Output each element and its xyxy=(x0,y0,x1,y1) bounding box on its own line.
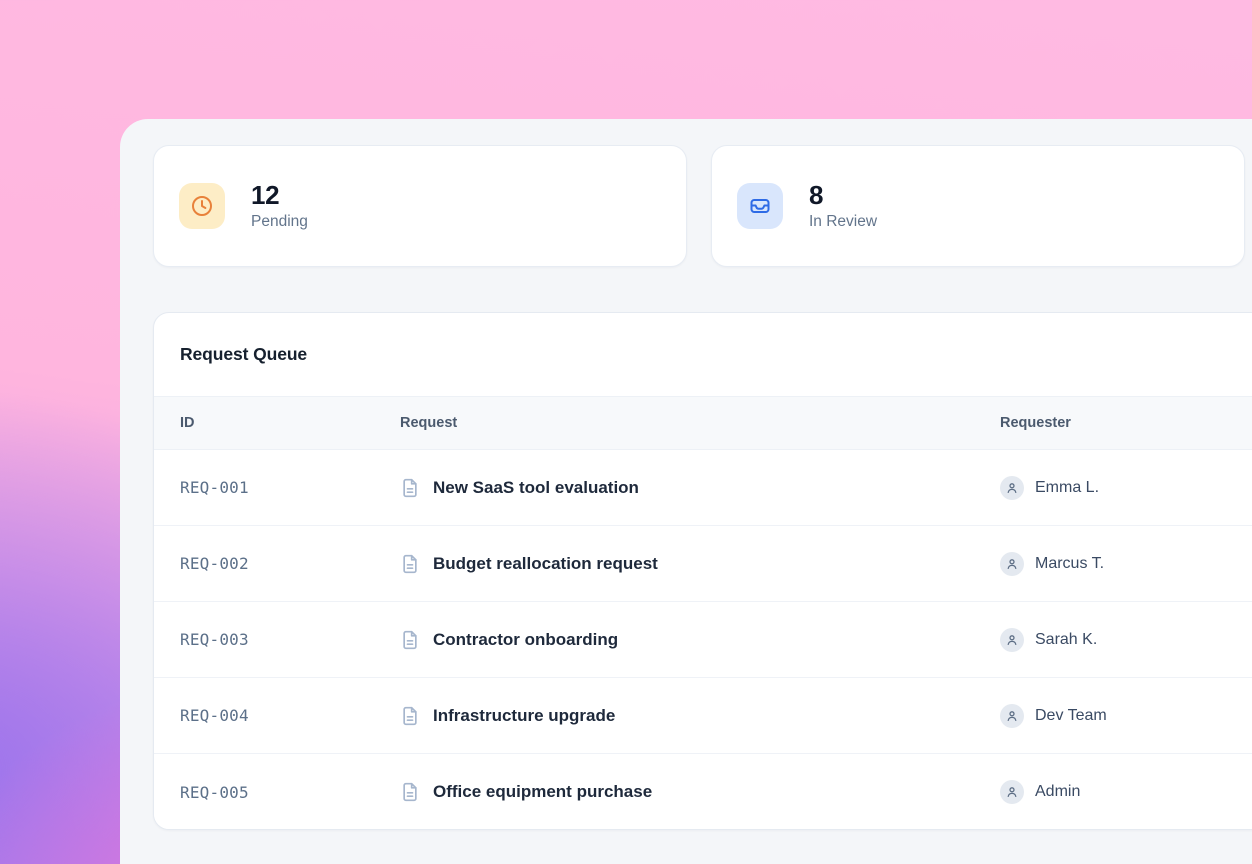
request-id: REQ-003 xyxy=(180,630,400,649)
request-id: REQ-002 xyxy=(180,554,400,573)
in-review-label: In Review xyxy=(809,213,877,231)
in-review-count: 8 xyxy=(809,181,877,211)
table-title-row: Request Queue xyxy=(154,313,1252,396)
person-icon xyxy=(1005,709,1019,723)
avatar xyxy=(1000,704,1024,728)
person-icon xyxy=(1005,481,1019,495)
clock-icon xyxy=(179,183,225,229)
column-header-id: ID xyxy=(180,415,400,431)
page-title: Request Queue xyxy=(180,344,307,365)
avatar xyxy=(1000,552,1024,576)
request-title: Infrastructure upgrade xyxy=(433,706,615,726)
request-id: REQ-005 xyxy=(180,783,400,802)
column-header-request: Request xyxy=(400,415,1000,431)
avatar xyxy=(1000,780,1024,804)
requester-name: Emma L. xyxy=(1035,479,1099,497)
requester-name: Sarah K. xyxy=(1035,631,1097,649)
stat-card-pending[interactable]: 12 Pending xyxy=(153,145,687,267)
table-row-req-005[interactable]: REQ-005 Office equipment purchase Admin xyxy=(154,754,1252,830)
file-text-icon xyxy=(400,630,420,650)
person-icon xyxy=(1005,633,1019,647)
pending-count: 12 xyxy=(251,181,308,211)
inbox-icon xyxy=(737,183,783,229)
stat-text-pending: 12 Pending xyxy=(251,181,308,232)
requester-name: Admin xyxy=(1035,783,1080,801)
table-row-req-001[interactable]: REQ-001 New SaaS tool evaluation Emma L. xyxy=(154,450,1252,526)
file-text-icon xyxy=(400,706,420,726)
file-text-icon xyxy=(400,554,420,574)
table-header-row: ID Request Requester xyxy=(154,396,1252,450)
requester-name: Marcus T. xyxy=(1035,555,1104,573)
stat-card-in-review[interactable]: 8 In Review xyxy=(711,145,1245,267)
request-queue-panel: Request Queue ID Request Requester REQ-0… xyxy=(153,312,1252,830)
column-header-requester: Requester xyxy=(1000,415,1252,431)
table-row-req-003[interactable]: REQ-003 Contractor onboarding Sarah K. xyxy=(154,602,1252,678)
person-icon xyxy=(1005,557,1019,571)
table-row-req-002[interactable]: REQ-002 Budget reallocation request Marc… xyxy=(154,526,1252,602)
request-title: Contractor onboarding xyxy=(433,630,618,650)
pending-label: Pending xyxy=(251,213,308,231)
request-title: Office equipment purchase xyxy=(433,782,652,802)
stat-text-in-review: 8 In Review xyxy=(809,181,877,232)
person-icon xyxy=(1005,785,1019,799)
request-id: REQ-004 xyxy=(180,706,400,725)
request-title: Budget reallocation request xyxy=(433,554,658,574)
dashboard-panel: 12 Pending 8 In Review Request Queue ID … xyxy=(120,119,1252,864)
requester-name: Dev Team xyxy=(1035,707,1107,725)
avatar xyxy=(1000,628,1024,652)
file-text-icon xyxy=(400,782,420,802)
request-id: REQ-001 xyxy=(180,478,400,497)
stats-row: 12 Pending 8 In Review xyxy=(153,145,1252,267)
table-row-req-004[interactable]: REQ-004 Infrastructure upgrade Dev Team xyxy=(154,678,1252,754)
file-text-icon xyxy=(400,478,420,498)
request-title: New SaaS tool evaluation xyxy=(433,478,639,498)
avatar xyxy=(1000,476,1024,500)
